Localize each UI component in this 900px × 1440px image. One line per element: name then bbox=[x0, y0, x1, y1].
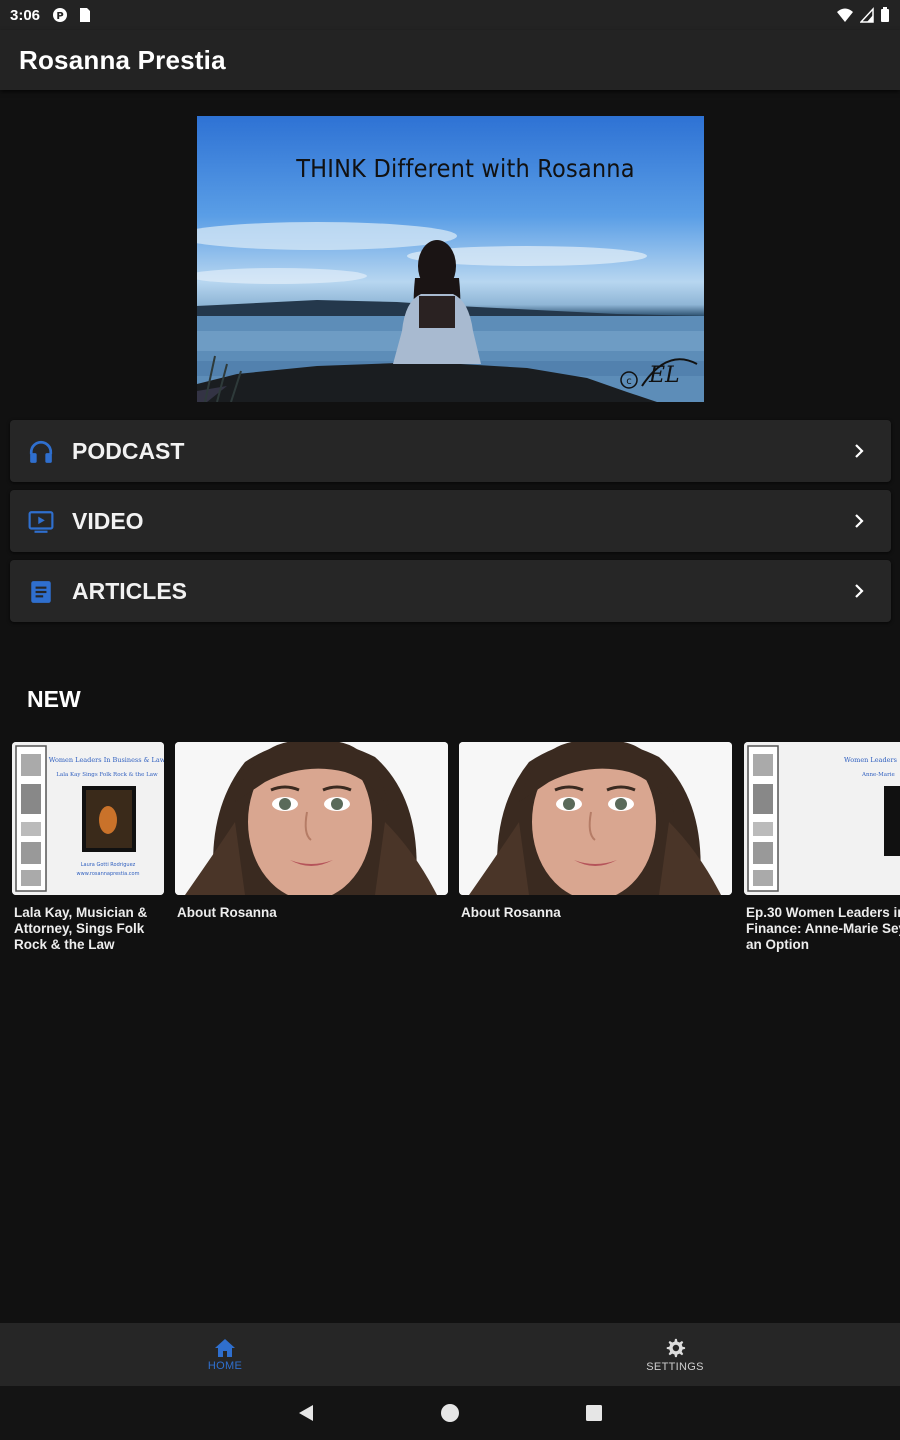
card-thumbnail: Women Leaders Anne-Marie bbox=[744, 742, 900, 895]
svg-text:Anne-Marie: Anne-Marie bbox=[861, 772, 895, 778]
chevron-right-icon bbox=[855, 444, 864, 458]
hero-title: THINK Different with Rosanna bbox=[296, 154, 635, 183]
app-title: Rosanna Prestia bbox=[19, 44, 226, 75]
card-title: About Rosanna bbox=[461, 905, 561, 920]
svg-text:c: c bbox=[626, 376, 632, 387]
card-thumbnail bbox=[459, 742, 732, 895]
menu-item-podcast[interactable]: PODCAST bbox=[10, 420, 891, 482]
gear-icon bbox=[666, 1338, 686, 1357]
nav-home-label: HOME bbox=[207, 1359, 243, 1372]
menu-item-video[interactable]: VIDEO bbox=[10, 490, 891, 552]
card-thumbnail: Women Leaders In Business & Law Lala Kay… bbox=[12, 742, 164, 895]
svg-text:Women Leaders In Business & La: Women Leaders In Business & Law bbox=[49, 756, 164, 764]
svg-text:P: P bbox=[56, 11, 63, 22]
svg-text:www.rosannaprestia.com: www.rosannaprestia.com bbox=[77, 871, 140, 877]
svg-text:Laura Gotti Rodriguez: Laura Gotti Rodriguez bbox=[81, 862, 136, 868]
menu-item-label: ARTICLES bbox=[72, 577, 187, 604]
status-time: 3:06 bbox=[10, 6, 41, 24]
battery-icon bbox=[881, 7, 889, 22]
hero-banner[interactable]: c EL THINK Different with Rosanna bbox=[197, 116, 704, 402]
card-title: Ep.30 Women Leaders in Finance: Anne-Mar… bbox=[746, 905, 900, 952]
svg-text:Lala Kay Sings Folk Rock & the: Lala Kay Sings Folk Rock & the Law bbox=[56, 772, 158, 778]
new-item-card[interactable]: Women Leaders Anne-Marie Ep.30 Women Lea… bbox=[744, 742, 900, 953]
bottom-navigation: HOME SETTINGS bbox=[0, 1323, 900, 1386]
video-icon bbox=[28, 511, 54, 533]
notification-icon: P bbox=[53, 8, 68, 22]
chevron-right-icon bbox=[855, 514, 864, 528]
system-navigation-bar bbox=[0, 1386, 900, 1440]
signal-icon bbox=[860, 7, 874, 23]
recents-icon[interactable] bbox=[585, 1404, 603, 1422]
card-thumbnail bbox=[175, 742, 448, 895]
nav-home[interactable]: HOME bbox=[125, 1323, 325, 1386]
app-bar: Rosanna Prestia bbox=[0, 30, 900, 90]
new-item-card[interactable]: About Rosanna bbox=[459, 742, 732, 921]
svg-text:EL: EL bbox=[648, 363, 680, 388]
sd-card-icon bbox=[80, 8, 91, 22]
svg-text:Women Leaders: Women Leaders bbox=[844, 756, 897, 764]
status-bar: 3:06 P bbox=[0, 0, 900, 30]
chevron-right-icon bbox=[855, 584, 864, 598]
back-icon[interactable] bbox=[296, 1403, 316, 1423]
card-title: Lala Kay, Musician & Attorney, Sings Fol… bbox=[14, 905, 148, 952]
new-item-card[interactable]: Women Leaders In Business & Law Lala Kay… bbox=[12, 742, 164, 953]
wifi-icon bbox=[837, 8, 853, 22]
menu-item-articles[interactable]: ARTICLES bbox=[10, 560, 891, 622]
headphones-icon bbox=[29, 440, 53, 463]
section-title-new: NEW bbox=[27, 686, 81, 712]
article-icon bbox=[31, 581, 51, 603]
nav-settings[interactable]: SETTINGS bbox=[575, 1323, 775, 1386]
menu-item-label: PODCAST bbox=[72, 437, 185, 464]
card-title: About Rosanna bbox=[177, 905, 277, 920]
new-item-card[interactable]: About Rosanna bbox=[175, 742, 448, 921]
home-icon bbox=[215, 1338, 235, 1357]
home-circle-icon[interactable] bbox=[440, 1403, 460, 1423]
nav-settings-label: SETTINGS bbox=[646, 1360, 704, 1373]
menu-item-label: VIDEO bbox=[72, 507, 144, 534]
